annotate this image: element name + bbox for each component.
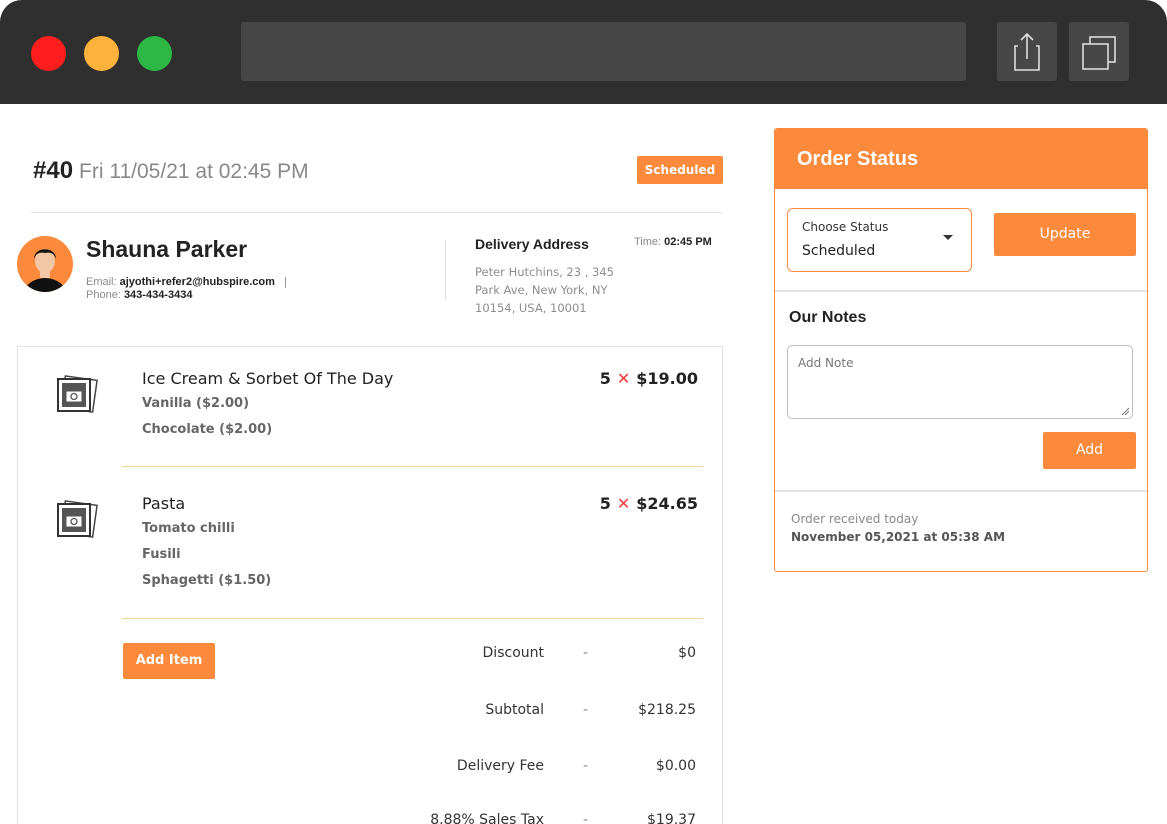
image-placeholder-icon — [57, 375, 98, 413]
time-value: 02:45 PM — [664, 236, 712, 248]
panel-divider — [775, 290, 1147, 292]
item-price: $24.65 — [636, 494, 698, 513]
email-label: Email: — [86, 276, 117, 288]
order-status-panel: Order Status Choose Status Scheduled Upd… — [774, 128, 1148, 572]
tabs-icon — [1082, 36, 1116, 70]
item-modifier: Chocolate ($2.00) — [142, 422, 273, 437]
item-quantity-price: 5 ✕ $19.00 — [600, 369, 698, 388]
address-bar[interactable] — [241, 22, 966, 81]
image-placeholder-icon — [57, 500, 98, 538]
share-icon — [1014, 32, 1040, 71]
order-status-title: Order Status — [775, 129, 1147, 189]
item-name: Ice Cream & Sorbet Of The Day — [142, 369, 394, 388]
status-select-label: Choose Status — [802, 220, 889, 234]
times-icon: ✕ — [616, 494, 631, 513]
item-modifier: Vanilla ($2.00) — [142, 396, 250, 411]
share-button[interactable] — [997, 22, 1057, 81]
phone-label: Phone: — [86, 289, 121, 301]
vertical-divider — [445, 240, 446, 300]
note-textarea[interactable]: Add Note — [787, 345, 1133, 419]
sales-tax-value: $19.37 — [647, 812, 696, 824]
item-price: $19.00 — [636, 369, 698, 388]
item-divider — [122, 466, 703, 467]
customer-name: Shauna Parker — [86, 236, 248, 262]
tabs-button[interactable] — [1069, 22, 1129, 81]
discount-value: $0 — [678, 645, 696, 661]
minimize-window-button[interactable] — [84, 36, 119, 71]
sales-tax-label: 8.88% Sales Tax — [430, 812, 544, 824]
contact-separator: | — [284, 276, 287, 288]
maximize-window-button[interactable] — [137, 36, 172, 71]
item-quantity: 5 — [599, 369, 611, 388]
status-select-value: Scheduled — [802, 243, 876, 259]
item-modifier: Sphagetti ($1.50) — [142, 573, 272, 588]
add-note-button[interactable]: Add — [1043, 432, 1136, 469]
totals-dash: - — [583, 645, 589, 661]
delivery-fee-label: Delivery Fee — [456, 758, 544, 774]
item-modifier: Tomato chilli — [142, 521, 235, 536]
close-window-button[interactable] — [31, 36, 66, 71]
panel-divider — [775, 490, 1147, 492]
order-datetime: Fri 11/05/21 at 02:45 PM — [79, 160, 309, 183]
note-placeholder: Add Note — [798, 356, 854, 370]
order-received-date: November 05,2021 at 05:38 AM — [791, 530, 1006, 544]
caret-down-icon — [943, 235, 953, 240]
subtotal-label: Subtotal — [485, 702, 544, 718]
item-quantity: 5 — [599, 494, 611, 513]
window-titlebar — [0, 0, 1167, 104]
customer-phone[interactable]: 343-434-3434 — [124, 289, 193, 301]
discount-label: Discount — [482, 645, 544, 661]
order-items-card: Ice Cream & Sorbet Of The Day Vanilla ($… — [17, 346, 723, 824]
customer-contact: Email: ajyothi+refer2@hubspire.com | Pho… — [86, 276, 287, 302]
delivery-time: Time: 02:45 PM — [634, 236, 712, 248]
order-received-text: Order received today — [791, 512, 919, 526]
status-badge: Scheduled — [637, 156, 723, 184]
time-label: Time: — [634, 236, 662, 248]
subtotal-value: $218.25 — [638, 702, 696, 718]
order-received-info: Order received today November 05,2021 at… — [791, 510, 1005, 546]
item-quantity-price: 5 ✕ $24.65 — [600, 494, 698, 513]
totals-dash: - — [583, 702, 589, 718]
order-number: #40 — [33, 157, 74, 184]
update-button[interactable]: Update — [994, 213, 1136, 256]
item-name: Pasta — [142, 494, 186, 513]
header-divider — [31, 212, 723, 213]
totals-dash: - — [583, 758, 589, 774]
person-icon — [23, 249, 67, 292]
item-divider — [122, 618, 703, 619]
times-icon: ✕ — [616, 369, 631, 388]
notes-title: Our Notes — [789, 309, 867, 326]
delivery-address: Peter Hutchins, 23 , 345 Park Ave, New Y… — [475, 265, 614, 315]
order-header: #40 Fri 11/05/21 at 02:45 PM — [33, 157, 309, 185]
item-modifier: Fusili — [142, 547, 181, 562]
resize-handle-icon[interactable] — [1121, 407, 1129, 415]
delivery-fee-value: $0.00 — [655, 758, 696, 774]
customer-email[interactable]: ajyothi+refer2@hubspire.com — [120, 276, 275, 288]
delivery-address-title: Delivery Address — [475, 236, 589, 252]
avatar — [17, 236, 73, 292]
totals-dash: - — [583, 812, 589, 824]
add-item-button[interactable]: Add Item — [123, 643, 215, 679]
status-select[interactable]: Choose Status Scheduled — [787, 208, 972, 272]
